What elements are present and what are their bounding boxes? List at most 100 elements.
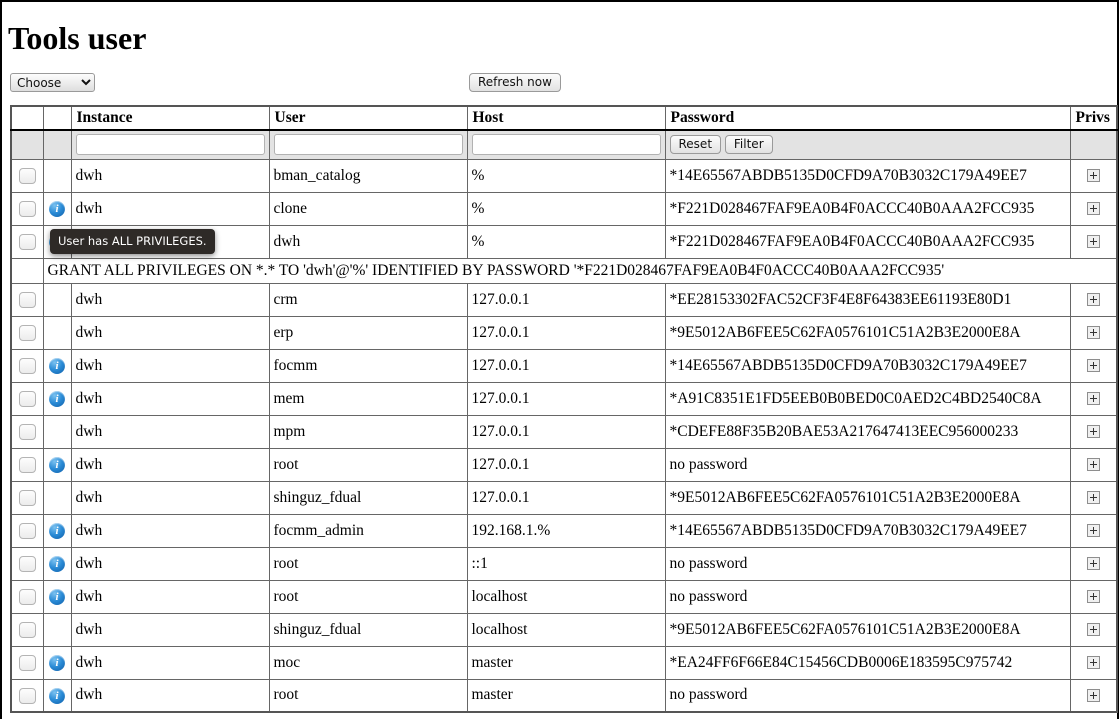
row-info-cell: i (42, 546, 72, 581)
row-checkbox[interactable] (18, 621, 36, 638)
row-info-cell (42, 158, 72, 193)
row-select-cell (10, 381, 44, 416)
info-icon[interactable]: i (49, 687, 65, 704)
expand-privileges-icon[interactable] (1086, 656, 1100, 670)
cell-user: erp (268, 315, 468, 350)
row-checkbox[interactable] (18, 357, 36, 374)
row-privs-cell (1069, 282, 1118, 317)
reset-button[interactable]: Reset (669, 135, 722, 155)
filter-cell-user (268, 129, 468, 160)
cell-user: mpm (268, 414, 468, 449)
expand-privileges-icon[interactable] (1086, 326, 1100, 340)
filter-cell-select (10, 129, 44, 160)
info-icon[interactable]: i (49, 555, 65, 572)
cell-instance: dwh (70, 513, 270, 548)
row-checkbox[interactable] (18, 687, 36, 704)
expand-privileges-icon[interactable] (1086, 359, 1100, 373)
cell-user: bman_catalog (268, 158, 468, 193)
row-privs-cell (1069, 645, 1118, 680)
cell-user: crm (268, 282, 468, 317)
row-checkbox[interactable] (18, 233, 36, 250)
header-select (10, 105, 44, 131)
row-checkbox[interactable] (18, 423, 36, 440)
expand-privileges-icon[interactable] (1086, 235, 1100, 249)
row-checkbox[interactable] (18, 555, 36, 572)
table-row: i dwh root 127.0.0.1 no password (10, 447, 1118, 482)
filter-cell-instance (70, 129, 270, 160)
row-checkbox[interactable] (18, 456, 36, 473)
cell-user: shinguz_fdual (268, 480, 468, 515)
cell-password: *9E5012AB6FEE5C62FA0576101C51A2B3E2000E8… (664, 612, 1071, 647)
filter-user-input[interactable] (273, 134, 463, 156)
cell-user: root (268, 678, 468, 713)
expand-privileges-icon[interactable] (1086, 623, 1100, 637)
cell-host: 127.0.0.1 (466, 348, 666, 383)
info-icon[interactable]: i (49, 200, 65, 217)
page-root: Tools user Choose Refresh now Instance U… (0, 0, 1119, 719)
filter-button[interactable]: Filter (724, 135, 773, 155)
header-host[interactable]: Host (466, 105, 666, 131)
table-row: i dwh mem 127.0.0.1 *A91C8351E1FD5EEB0B0BED0… (10, 381, 1118, 416)
expand-privileges-icon[interactable] (1086, 689, 1100, 703)
info-icon[interactable]: i (49, 357, 65, 374)
table-row: dwh erp 127.0.0.1 *9E5012AB6FEE5C62FA057610… (10, 315, 1118, 350)
instance-select[interactable]: Choose (10, 73, 95, 92)
cell-instance: dwh (70, 678, 270, 713)
row-checkbox[interactable] (18, 588, 36, 605)
info-icon[interactable]: i (49, 390, 65, 407)
refresh-now-button[interactable]: Refresh now (469, 73, 561, 92)
expand-privileges-icon[interactable] (1086, 392, 1100, 406)
expand-privileges-icon[interactable] (1086, 557, 1100, 571)
row-select-cell (10, 579, 44, 614)
cell-password: *F221D028467FAF9EA0B4F0ACCC40B0AAA2FCC93… (664, 191, 1071, 226)
info-icon[interactable]: i (49, 522, 65, 539)
row-info-cell: i (42, 224, 72, 259)
filter-host-input[interactable] (471, 134, 661, 156)
row-checkbox[interactable] (18, 324, 36, 341)
cell-host: master (466, 678, 666, 713)
table-row: i dwh root master no password (10, 678, 1118, 713)
cell-user: clone (268, 191, 468, 226)
row-checkbox[interactable] (18, 200, 36, 217)
header-privs[interactable]: Privs (1069, 105, 1118, 131)
info-icon[interactable]: i (49, 233, 65, 250)
expand-privileges-icon[interactable] (1086, 524, 1100, 538)
table-row: dwh bman_catalog% *14E65567ABDB5135D0CFD9A… (10, 158, 1118, 193)
row-checkbox[interactable] (18, 291, 36, 308)
cell-host: 192.168.1.% (466, 513, 666, 548)
expand-privileges-icon[interactable] (1086, 169, 1100, 183)
header-user[interactable]: User (268, 105, 468, 131)
cell-host: 127.0.0.1 (466, 447, 666, 482)
row-info-cell: i (42, 513, 72, 548)
cell-password: *EA24FF6F66E84C15456CDB0006E183595C97574… (664, 645, 1071, 680)
expand-privileges-icon[interactable] (1086, 293, 1100, 307)
row-checkbox[interactable] (18, 390, 36, 407)
expand-privileges-icon[interactable] (1086, 425, 1100, 439)
row-checkbox[interactable] (18, 489, 36, 506)
expand-privileges-icon[interactable] (1086, 458, 1100, 472)
info-icon[interactable]: i (49, 588, 65, 605)
row-select-cell (10, 447, 44, 482)
table-row: dwh crm 127.0.0.1 *EE28153302FAC52CF3F4E8F6… (10, 282, 1118, 317)
row-checkbox[interactable] (18, 522, 36, 539)
header-password[interactable]: Password (664, 105, 1071, 131)
row-select-cell (10, 414, 44, 449)
expand-privileges-icon[interactable] (1086, 491, 1100, 505)
row-privs-cell (1069, 513, 1118, 548)
cell-host: ::1 (466, 546, 666, 581)
info-icon[interactable]: i (49, 456, 65, 473)
grant-statement-text: GRANT ALL PRIVILEGES ON *.* TO 'dwh'@'%'… (42, 257, 1118, 284)
expand-privileges-icon[interactable] (1086, 590, 1100, 604)
row-select-cell (10, 546, 44, 581)
cell-password: no password (664, 579, 1071, 614)
cell-password: *14E65567ABDB5135D0CFD9A70B3032C179A49EE… (664, 348, 1071, 383)
header-instance[interactable]: Instance (70, 105, 270, 131)
row-checkbox[interactable] (18, 167, 36, 184)
cell-instance: dwh (70, 381, 270, 416)
cell-password: *CDEFE88F35B20BAE53A217647413EEC95600023… (664, 414, 1071, 449)
info-icon[interactable]: i (49, 654, 65, 671)
expand-privileges-icon[interactable] (1086, 202, 1100, 216)
filter-instance-input[interactable] (75, 134, 265, 156)
row-checkbox[interactable] (18, 654, 36, 671)
toolbar: Choose Refresh now (2, 73, 1117, 101)
